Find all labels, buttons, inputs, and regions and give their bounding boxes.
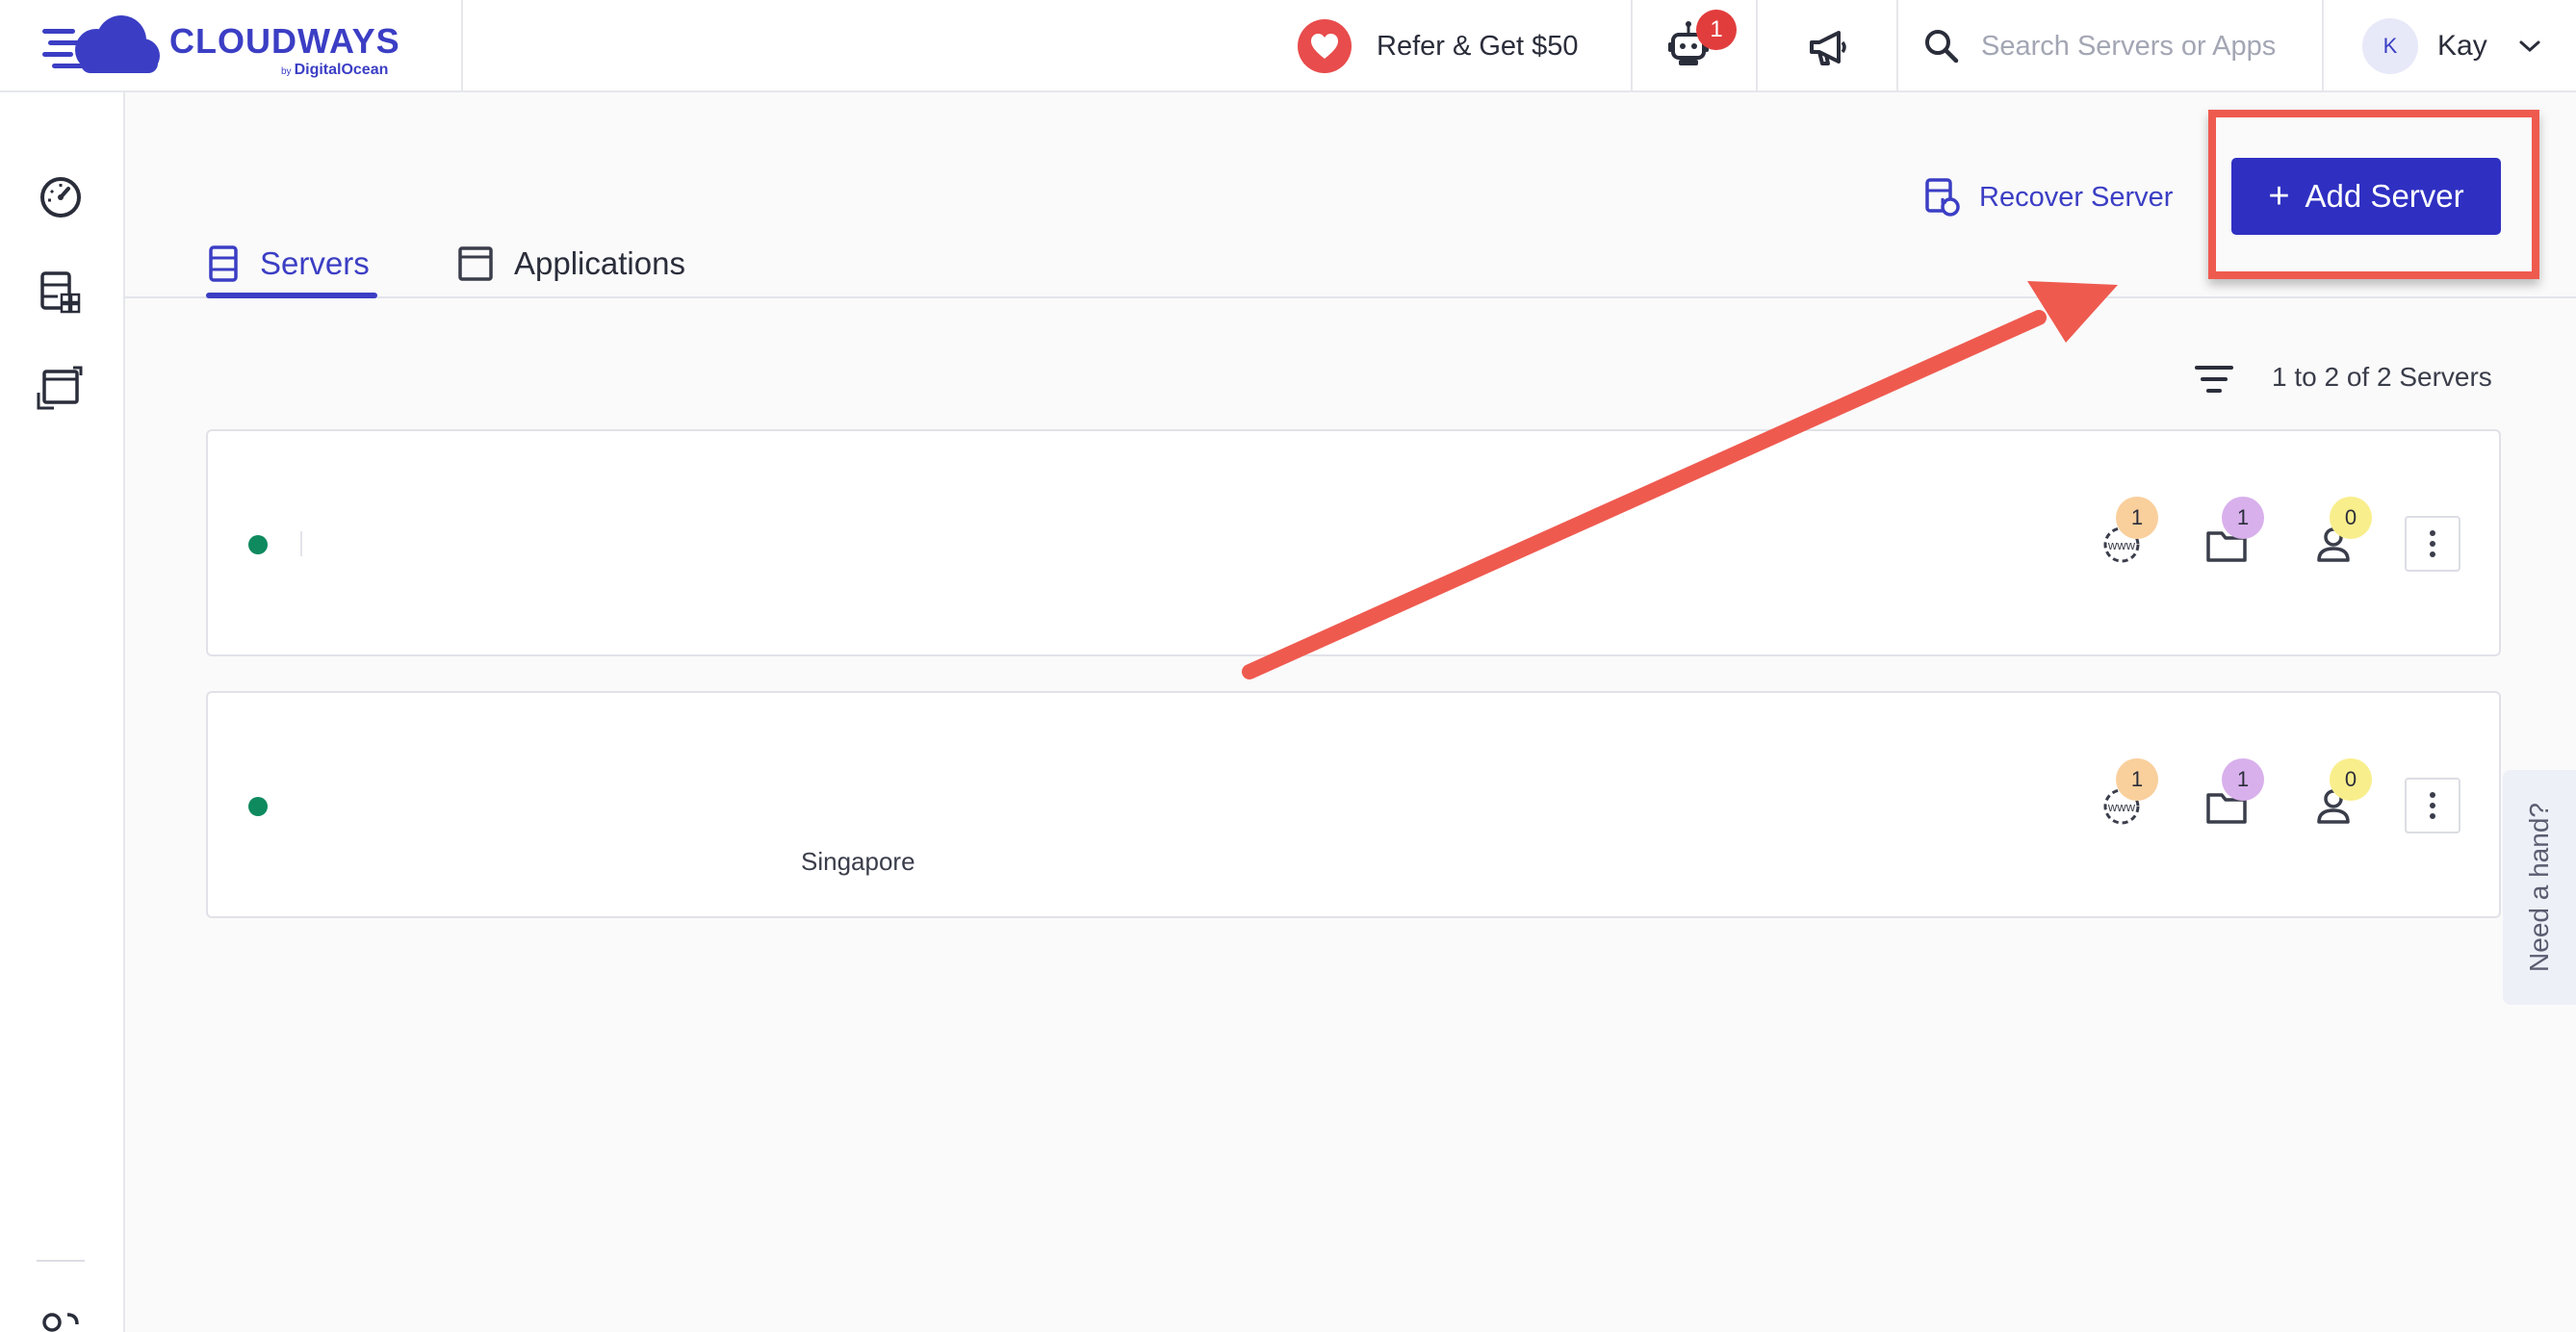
application-window-icon	[458, 246, 493, 281]
logo-by: by	[281, 66, 292, 77]
avatar: K	[2362, 18, 2418, 74]
tab-label: Servers	[260, 245, 370, 281]
refer-label: Refer & Get $50	[1377, 30, 1579, 62]
tab-servers[interactable]: Servers	[206, 235, 370, 293]
applications-icon[interactable]	[35, 364, 87, 416]
header-divider	[1631, 0, 1633, 92]
arrow-head	[2027, 281, 2118, 343]
server-options-button[interactable]	[2405, 516, 2460, 572]
logo-sub-brand: DigitalOcean	[294, 62, 389, 78]
header-divider	[1756, 0, 1758, 92]
sites-count-badge: 1	[2116, 497, 2158, 539]
heart-icon	[1298, 19, 1352, 73]
server-name-separator	[300, 531, 302, 556]
cloudways-logo[interactable]: CLOUDWAYS by DigitalOcean	[42, 12, 462, 81]
server-options-button[interactable]	[2405, 778, 2460, 833]
search-icon	[1925, 30, 1959, 64]
status-running-indicator	[248, 797, 268, 816]
recover-server-icon	[1925, 178, 1960, 217]
app-page: CLOUDWAYS by DigitalOcean Refer & Get $50	[0, 0, 2576, 1332]
search-input[interactable]	[1981, 30, 2308, 63]
folders-count-badge: 1	[2222, 497, 2264, 539]
server-icon	[209, 245, 238, 282]
header-divider	[461, 0, 463, 92]
status-running-indicator	[248, 535, 268, 554]
sidebar	[0, 92, 125, 1332]
active-tab-indicator	[206, 293, 377, 298]
servers-apps-icon[interactable]	[35, 268, 87, 320]
svg-text:www: www	[2107, 538, 2136, 552]
server-location: Singapore	[801, 847, 915, 876]
users-count-badge: 0	[2330, 497, 2372, 539]
recover-server-link[interactable]: Recover Server	[1923, 173, 2173, 221]
sites-count-badge: 1	[2116, 758, 2158, 801]
server-card[interactable]: www 1 1 0	[206, 429, 2501, 656]
refer-link[interactable]: Refer & Get $50	[1298, 19, 1579, 73]
tab-applications[interactable]: Applications	[456, 235, 685, 293]
dashboard-icon[interactable]	[35, 171, 87, 223]
tab-label: Applications	[514, 245, 685, 281]
team-icon[interactable]	[35, 1305, 87, 1332]
user-menu[interactable]: K Kay	[2362, 17, 2541, 75]
header-divider	[2322, 0, 2324, 92]
megaphone-icon[interactable]	[1806, 25, 1850, 69]
chevron-down-icon	[2519, 40, 2540, 53]
annotation-arrow	[1242, 281, 2118, 679]
top-header: CLOUDWAYS by DigitalOcean Refer & Get $50	[0, 0, 2576, 92]
header-divider	[1896, 0, 1898, 92]
cloud-logo-icon	[42, 15, 160, 73]
server-count: 1 to 2 of 2 Servers	[2272, 362, 2492, 392]
sidebar-divider	[37, 1260, 85, 1262]
notification-badge: 1	[1696, 10, 1737, 50]
need-a-hand-tab[interactable]: Need a hand?	[2503, 770, 2576, 1005]
help-label: Need a hand?	[2524, 803, 2554, 972]
logo-subtitle: by DigitalOcean	[281, 62, 388, 79]
logo-wordmark: CLOUDWAYS	[169, 21, 400, 61]
search-box[interactable]	[1923, 21, 2308, 71]
user-name: Kay	[2437, 30, 2487, 62]
folders-count-badge: 1	[2222, 758, 2264, 801]
recover-server-label: Recover Server	[1979, 181, 2174, 213]
filter-icon[interactable]	[2193, 360, 2235, 398]
users-count-badge: 0	[2330, 758, 2372, 801]
annotation-highlight-box	[2208, 110, 2539, 279]
server-card[interactable]: Singapore www 1 1 0	[206, 691, 2501, 918]
svg-text:www: www	[2107, 800, 2136, 814]
tabs-divider	[125, 296, 2576, 298]
